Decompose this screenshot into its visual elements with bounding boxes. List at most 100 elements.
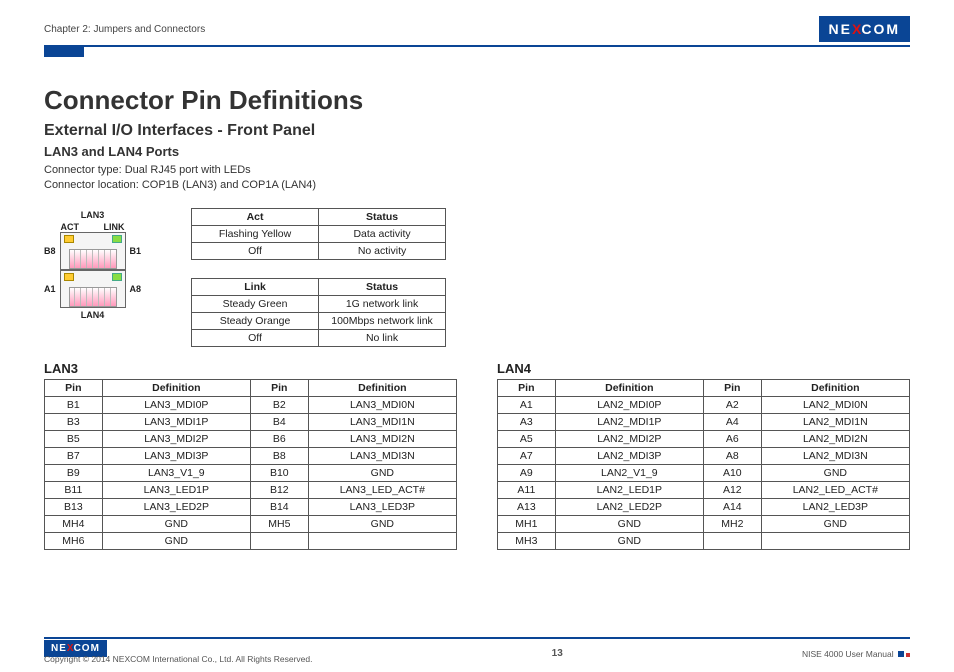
table-cell: LAN2_MDI3P [555,447,703,464]
table-cell [761,532,909,549]
table-cell: A12 [703,481,761,498]
table-cell: A2 [703,396,761,413]
table-cell: B3 [45,413,103,430]
logo-post: COM [861,21,900,37]
table-cell: No link [319,329,446,346]
table-cell: LAN2_LED3P [761,498,909,515]
led-link-icon [112,235,122,243]
table-cell: Off [192,242,319,259]
table-cell: LAN2_MDI1P [555,413,703,430]
table-cell: A13 [498,498,556,515]
diagram-a8: A8 [130,284,142,294]
table-cell: No activity [319,242,446,259]
table-header: Pin [45,379,103,396]
lan4-title: LAN4 [497,361,910,376]
table-cell: MH4 [45,515,103,532]
section-title: External I/O Interfaces - Front Panel [44,122,910,140]
table-cell [703,532,761,549]
table-cell: 100Mbps network link [319,312,446,329]
led-act-icon [64,273,74,281]
table-header: Definition [761,379,909,396]
table-cell: A10 [703,464,761,481]
table-cell: B12 [250,481,308,498]
table-cell: B4 [250,413,308,430]
table-cell: LAN3_LED3P [308,498,456,515]
table-cell: Data activity [319,225,446,242]
table-cell: GND [761,464,909,481]
table-cell: A11 [498,481,556,498]
diagram-act-label: ACT [61,222,80,232]
table-cell: B10 [250,464,308,481]
brand-logo: NEXCOM [819,16,910,42]
header-tab [44,47,84,57]
copyright-text: Copyright © 2014 NEXCOM International Co… [44,654,312,664]
lan3-title: LAN3 [44,361,457,376]
table-cell: MH1 [498,515,556,532]
table-cell: A6 [703,430,761,447]
table-cell: LAN3_LED_ACT# [308,481,456,498]
table-header: Pin [250,379,308,396]
table-cell: Off [192,329,319,346]
port-diagram: LAN3 ACT LINK B8 B1 A1 A8 LAN4 [44,208,141,322]
table-cell: GND [308,464,456,481]
table-cell: B8 [250,447,308,464]
table-cell: LAN3_LED2P [102,498,250,515]
table-cell: GND [308,515,456,532]
port-lan3 [60,232,126,270]
table-cell: B7 [45,447,103,464]
footer-square-icon [898,651,904,657]
led-link-icon [112,273,122,281]
page-number: 13 [552,648,563,659]
table-cell: LAN3_MDI0N [308,396,456,413]
act-header: Act [192,208,319,225]
table-cell: LAN3_MDI1P [102,413,250,430]
link-status-table: LinkStatus Steady Green1G network linkSt… [191,278,446,347]
link-header: Link [192,278,319,295]
diagram-b1: B1 [130,246,142,256]
table-cell: GND [555,515,703,532]
table-header: Definition [555,379,703,396]
table-cell: A7 [498,447,556,464]
diagram-lan3-label: LAN3 [44,210,141,220]
page-footer: NEXCOM Copyright © 2014 NEXCOM Internati… [44,637,910,664]
table-cell: 1G network link [319,295,446,312]
table-cell: B13 [45,498,103,515]
status-header: Status [319,278,446,295]
table-cell: GND [102,515,250,532]
table-cell: B6 [250,430,308,447]
table-header: Definition [308,379,456,396]
table-cell: MH6 [45,532,103,549]
table-cell: A9 [498,464,556,481]
table-header: Pin [703,379,761,396]
table-cell: LAN3_MDI3N [308,447,456,464]
table-cell: A3 [498,413,556,430]
table-cell: LAN3_MDI2P [102,430,250,447]
table-cell: A8 [703,447,761,464]
table-cell: LAN2_MDI2N [761,430,909,447]
page-title: Connector Pin Definitions [44,85,910,116]
act-status-table: ActStatus Flashing YellowData activityOf… [191,208,446,260]
lan3-pin-table: LAN3 PinDefinitionPinDefinitionB1LAN3_MD… [44,361,457,550]
table-header: Definition [102,379,250,396]
table-cell: A14 [703,498,761,515]
table-cell [250,532,308,549]
lan4-pin-table: LAN4 PinDefinitionPinDefinitionA1LAN2_MD… [497,361,910,550]
table-cell: Steady Green [192,295,319,312]
manual-name: NISE 4000 User Manual [802,649,894,659]
table-cell: LAN2_LED_ACT# [761,481,909,498]
table-cell: Flashing Yellow [192,225,319,242]
status-header: Status [319,208,446,225]
connector-type: Connector type: Dual RJ45 port with LEDs [44,163,910,178]
table-cell: LAN2_LED2P [555,498,703,515]
header-rule [44,45,910,47]
diagram-a1: A1 [44,284,56,294]
table-cell: MH2 [703,515,761,532]
table-cell: B2 [250,396,308,413]
table-cell [308,532,456,549]
table-cell: LAN3_MDI0P [102,396,250,413]
table-cell: GND [102,532,250,549]
table-cell: A1 [498,396,556,413]
table-cell: B14 [250,498,308,515]
diagram-b8: B8 [44,246,56,256]
table-cell: LAN2_MDI0P [555,396,703,413]
